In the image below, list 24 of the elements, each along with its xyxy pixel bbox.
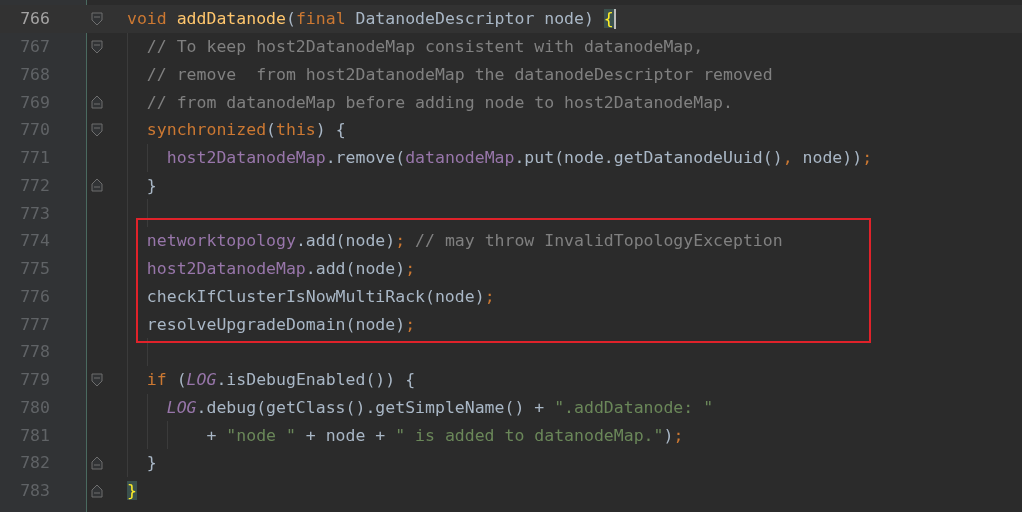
- unfold-icon[interactable]: [91, 95, 103, 110]
- code-line: }: [146, 175, 157, 195]
- unfold-icon[interactable]: [91, 455, 103, 470]
- code-line: networktopology.add(node); // may throw InvalidTopologyException: [146, 231, 783, 251]
- code-line: // from datanodeMap before adding node to host2DatanodeMap.: [146, 92, 733, 112]
- fold-icon[interactable]: [91, 372, 103, 387]
- code-line: if (LOG.isDebugEnabled()) {: [146, 370, 416, 390]
- code-line: checkIfClusterIsNowMultiRack(node);: [146, 286, 495, 306]
- unfold-icon[interactable]: [91, 483, 103, 498]
- fold-icon[interactable]: [91, 39, 103, 54]
- code-line: host2DatanodeMap.remove(datanodeMap.put(node.getDatanodeUuid(), node));: [166, 148, 873, 168]
- code-line: LOG.debug(getClass().getSimpleName() + ".addDatanode: ": [166, 397, 714, 417]
- code-line: + "node " + node + " is added to datanodeMap.");: [205, 425, 684, 445]
- unfold-icon[interactable]: [91, 178, 103, 193]
- fold-icon[interactable]: [91, 122, 103, 137]
- code-line: // To keep host2DatanodeMap consistent with datanodeMap,: [146, 37, 704, 57]
- code-line: void addDatanode(final DatanodeDescriptor node) {: [127, 9, 614, 29]
- code-line: // remove from host2DatanodeMap the datanodeDescriptor removed: [146, 64, 773, 84]
- fold-icon[interactable]: [91, 11, 103, 26]
- code-line: synchronized(this) {: [146, 120, 346, 140]
- code-line: resolveUpgradeDomain(node);: [146, 314, 416, 334]
- line-number: 766: [19, 9, 50, 29]
- code-line: }: [146, 453, 157, 473]
- code-line: host2DatanodeMap.add(node);: [146, 259, 416, 279]
